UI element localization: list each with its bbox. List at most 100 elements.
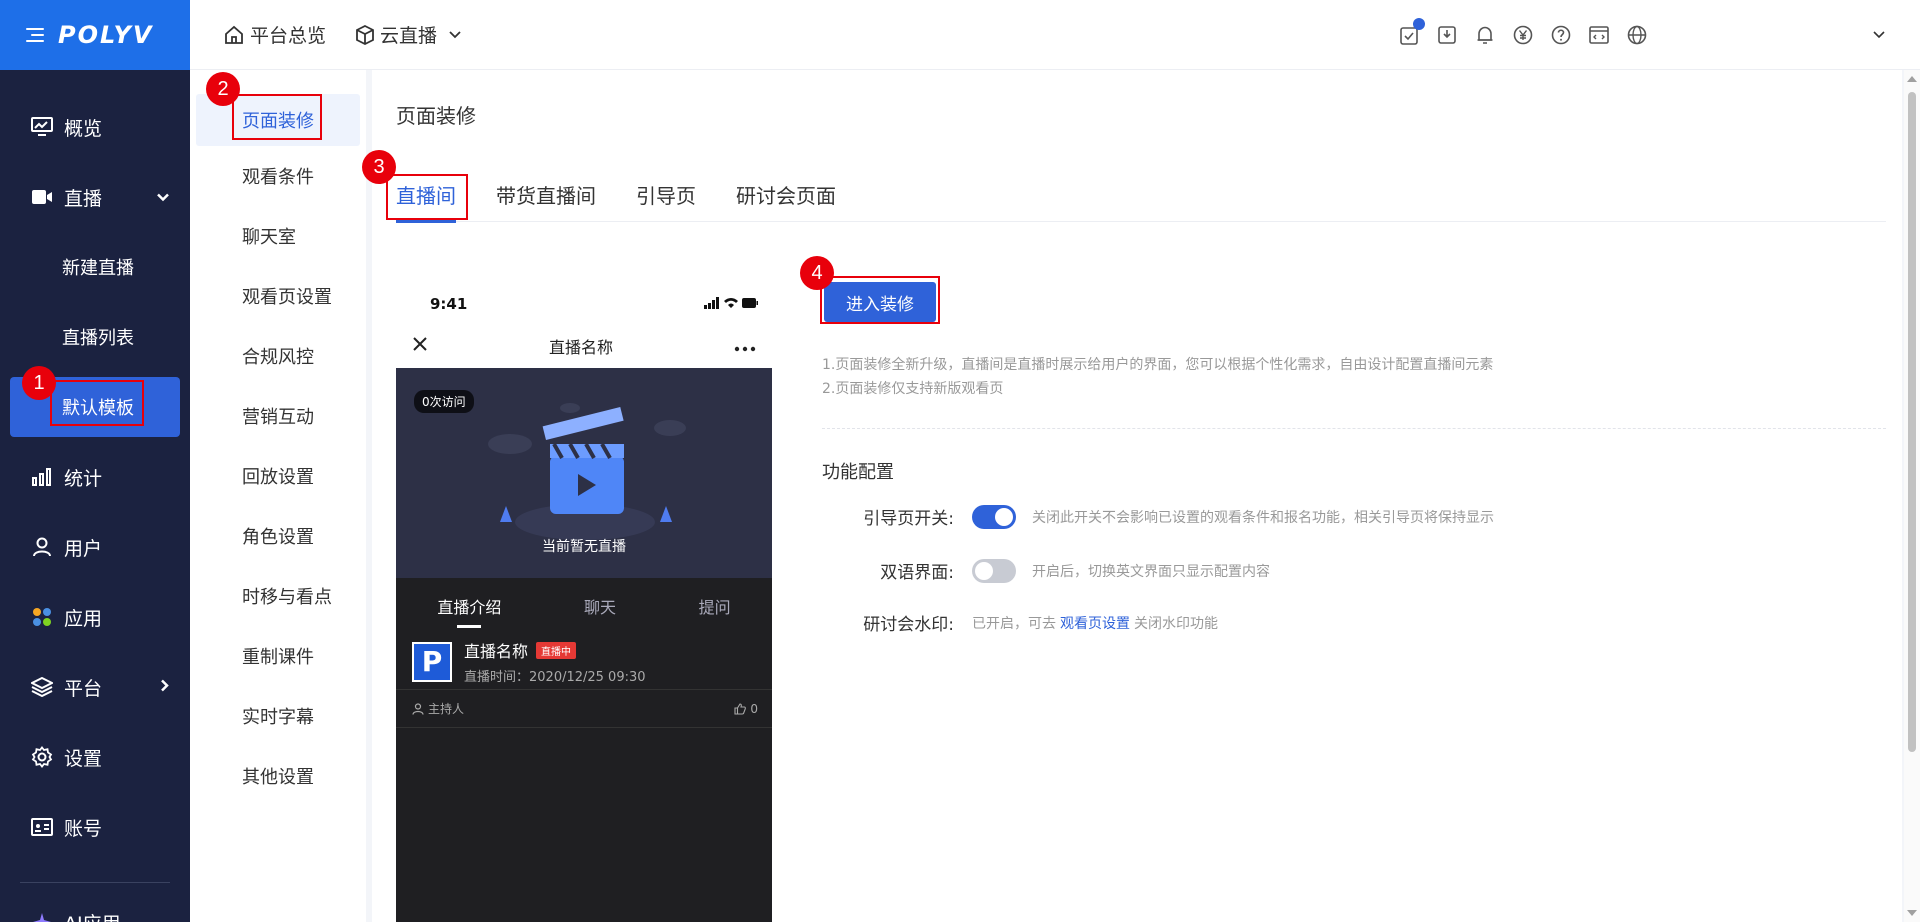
video-camera-icon [30,185,54,209]
breadcrumb-product-label: 云直播 [380,25,438,47]
sidebar-item-users[interactable]: 用户 [0,512,190,582]
phone-time: 9:41 [430,295,468,313]
sidebar-item-label: 直播 [64,187,103,210]
subnav-item-playback[interactable]: 回放设置 [190,446,366,506]
sidebar-item-label: 统计 [64,467,103,490]
live-name: 直播名称 [464,642,529,661]
sidebar-item-label: 账号 [64,817,103,840]
subnav-item-label: 角色设置 [242,527,314,548]
config-row-bilingual: 双语界面: 开启后，切换英文界面只显示配置内容 [822,558,1270,583]
live-status-badge: 直播中 [536,641,577,659]
watermark-label: 研讨会水印: [863,615,954,635]
sidebar-item-label: AI应用 [64,909,121,922]
annotation-box-3 [386,174,468,220]
sidebar-divider [20,882,170,883]
host-label: 主持人 [428,702,465,716]
guide-page-label: 引导页开关: [863,509,954,529]
user-menu-chevron-icon[interactable] [1868,24,1890,46]
no-live-text: 当前暂无直播 [542,539,626,555]
sidebar-item-settings[interactable]: 设置 [0,722,190,792]
main-content: 页面装修 直播间 带货直播间 引导页 研讨会页面 9:41 直播名称 0次访问 [372,70,1902,922]
globe-icon[interactable] [1626,24,1648,46]
subnav-item-label: 聊天室 [242,227,296,248]
tip-line-2: 2.页面装修仅支持新版观看页 [822,381,1004,397]
sidebar-item-label: 设置 [64,747,103,770]
close-icon[interactable] [412,336,428,356]
breadcrumb-home[interactable]: 平台总览 [224,21,326,48]
scroll-up-icon[interactable] [1907,76,1917,82]
visit-count-badge: 0次访问 [414,390,474,413]
download-icon[interactable] [1436,24,1458,46]
subnav-item-compliance[interactable]: 合规风控 [190,326,366,386]
sidebar-item-ai-apps[interactable]: AI应用 [0,887,190,922]
sidebar-item-account[interactable]: 账号 [0,792,190,862]
sidebar-item-live-list[interactable]: 直播列表 [0,302,190,372]
sidebar-item-apps[interactable]: 应用 [0,582,190,652]
subnav-item-timeshift[interactable]: 时移与看点 [190,566,366,626]
sidebar-item-label: 用户 [64,537,103,560]
top-header: 平台总览 云直播 [190,0,1920,70]
subnav-item-label: 合规风控 [242,347,314,368]
watermark-suffix: 关闭水印功能 [1134,615,1218,632]
sidebar-item-overview[interactable]: 概览 [0,92,190,162]
tab-guide-page[interactable]: 引导页 [636,180,696,222]
guide-page-desc: 关闭此开关不会影响已设置的观看条件和报名功能，相关引导页将保持显示 [1032,509,1494,526]
help-icon[interactable] [1550,24,1572,46]
breadcrumb-product[interactable]: 云直播 [356,21,467,48]
sidebar-item-new-live[interactable]: 新建直播 [0,232,190,302]
home-icon [224,25,244,45]
ai-icon [30,910,54,922]
phone-tab-intro[interactable]: 直播介绍 [437,594,501,618]
subnav-item-label: 实时字幕 [242,707,314,728]
brand-logo[interactable]: POLYV [58,21,154,49]
watermark-prefix: 已开启，可去 [972,615,1056,632]
phone-tab-chat[interactable]: 聊天 [584,594,616,618]
phone-status-icons [704,295,758,313]
subnav-item-chat-room[interactable]: 聊天室 [190,206,366,266]
breadcrumb-home-label: 平台总览 [250,25,327,47]
sidebar-item-statistics[interactable]: 统计 [0,442,190,512]
billing-icon[interactable] [1512,24,1534,46]
subnav-item-watch-conditions[interactable]: 观看条件 [190,146,366,206]
vertical-scrollbar[interactable] [1904,70,1920,922]
thumbs-up-icon[interactable] [734,702,747,715]
sidebar-item-label: 新建直播 [62,258,134,279]
more-icon[interactable] [734,337,756,356]
subnav-item-label: 时移与看点 [242,587,332,608]
hamburger-menu-icon[interactable] [26,28,44,42]
watch-page-settings-link[interactable]: 观看页设置 [1060,613,1130,633]
scrollbar-thumb[interactable] [1908,92,1916,752]
sidebar-item-label: 直播列表 [62,328,134,349]
subnav-item-label: 其他设置 [242,767,314,788]
subnav-item-roles[interactable]: 角色设置 [190,506,366,566]
main-sidebar: POLYV 概览 直播 新建直播 直播列表 默认模板 统计 用户 应用 平台 设… [0,0,190,922]
tab-seminar-page[interactable]: 研讨会页面 [736,180,836,222]
gear-icon [30,745,54,769]
notification-badge [1413,18,1425,30]
channel-logo: P [412,641,452,682]
code-window-icon[interactable] [1588,24,1610,46]
tip-line-1: 1.页面装修全新升级，直播间是直播时展示给用户的界面，您可以根据个性化需求，自由… [822,357,1494,373]
subnav-item-subtitles[interactable]: 实时字幕 [190,686,366,746]
phone-preview: 9:41 直播名称 0次访问 当前暂无直播 直播介绍 聊天 提问 P 直播名称 … [396,284,772,922]
bilingual-toggle[interactable] [972,558,1016,583]
guide-page-toggle[interactable] [972,504,1016,529]
sidebar-item-live[interactable]: 直播 [0,162,190,232]
annotation-marker-1: 1 [22,366,56,400]
phone-tab-questions[interactable]: 提问 [699,594,731,618]
sidebar-item-label: 概览 [64,117,103,140]
subnav-item-marketing[interactable]: 营销互动 [190,386,366,446]
header-toolbar [1382,0,1890,70]
config-row-guide-page: 引导页开关: 关闭此开关不会影响已设置的观看条件和报名功能，相关引导页将保持显示 [822,504,1494,529]
subnav-item-watch-page-settings[interactable]: 观看页设置 [190,266,366,326]
bar-chart-icon [30,465,54,489]
page-title: 页面装修 [396,104,476,128]
sidebar-item-platform[interactable]: 平台 [0,652,190,722]
like-count: 0 [750,701,758,716]
task-icon[interactable] [1398,18,1425,46]
scroll-down-icon[interactable] [1907,910,1917,916]
bell-icon[interactable] [1474,24,1496,46]
subnav-item-other-settings[interactable]: 其他设置 [190,746,366,806]
subnav-item-rebuild-courseware[interactable]: 重制课件 [190,626,366,686]
tab-ecommerce-live-room[interactable]: 带货直播间 [496,180,596,222]
